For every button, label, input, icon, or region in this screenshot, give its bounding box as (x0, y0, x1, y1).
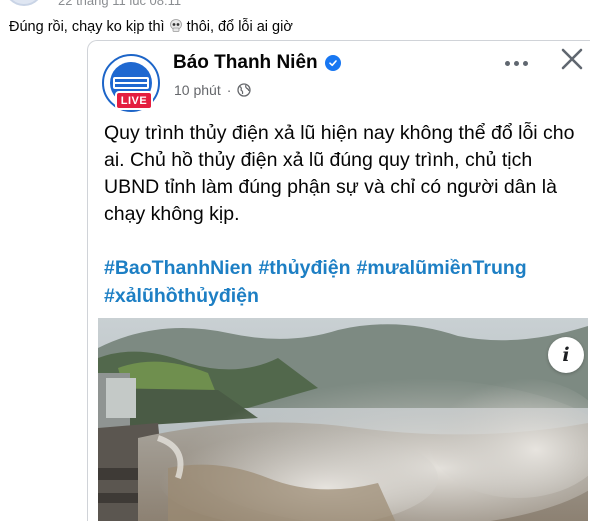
caption-text-before: Đúng rồi, chạy ko kịp thì (9, 19, 169, 35)
globe-icon (237, 83, 252, 97)
post-image-dam-flood[interactable] (98, 318, 588, 521)
page-name-row: Báo Thanh Niên (173, 52, 341, 74)
post-time[interactable]: 10 phút (174, 82, 221, 98)
page-name[interactable]: Báo Thanh Niên (173, 52, 318, 74)
post-body-text: Quy trình thủy điện xả lũ hiện nay không… (104, 122, 575, 225)
more-options-button[interactable] (500, 53, 532, 73)
hashtag-list: #BaoThanhNien #thủyđiện #mưalũmiềnTrung #xả… (104, 254, 584, 310)
close-icon[interactable] (558, 45, 586, 73)
hashtag-link[interactable]: #mưalũmiềnTrung (357, 257, 527, 279)
hashtag-link[interactable]: #BaoThanhNien (104, 257, 252, 279)
meta-separator: · (226, 82, 232, 98)
hashtag-link[interactable]: #xảlũhồthủyđiện (104, 285, 259, 307)
logo-wordmark-icon (113, 77, 149, 89)
post-meta: 10 phút · (174, 82, 252, 98)
shared-post-card: LIVE Báo Thanh Niên 10 phút · Quy trình … (87, 40, 590, 521)
outer-post-timestamp[interactable]: 22 tháng 11 lúc 08:11 (58, 0, 181, 8)
outer-post-avatar[interactable] (4, 0, 44, 6)
outer-post-caption: Đúng rồi, chạy ko kịp thì thôi, đổ lỗi a… (9, 19, 293, 35)
info-button[interactable]: i (548, 337, 584, 373)
skull-emoji-icon (169, 19, 182, 32)
hashtag-link[interactable]: #thủyđiện (258, 257, 350, 279)
dam-flood-photo (98, 318, 588, 521)
verified-badge-icon (324, 55, 341, 71)
live-badge: LIVE (115, 91, 153, 110)
caption-text-after: thôi, đổ lỗi ai giờ (182, 19, 293, 35)
